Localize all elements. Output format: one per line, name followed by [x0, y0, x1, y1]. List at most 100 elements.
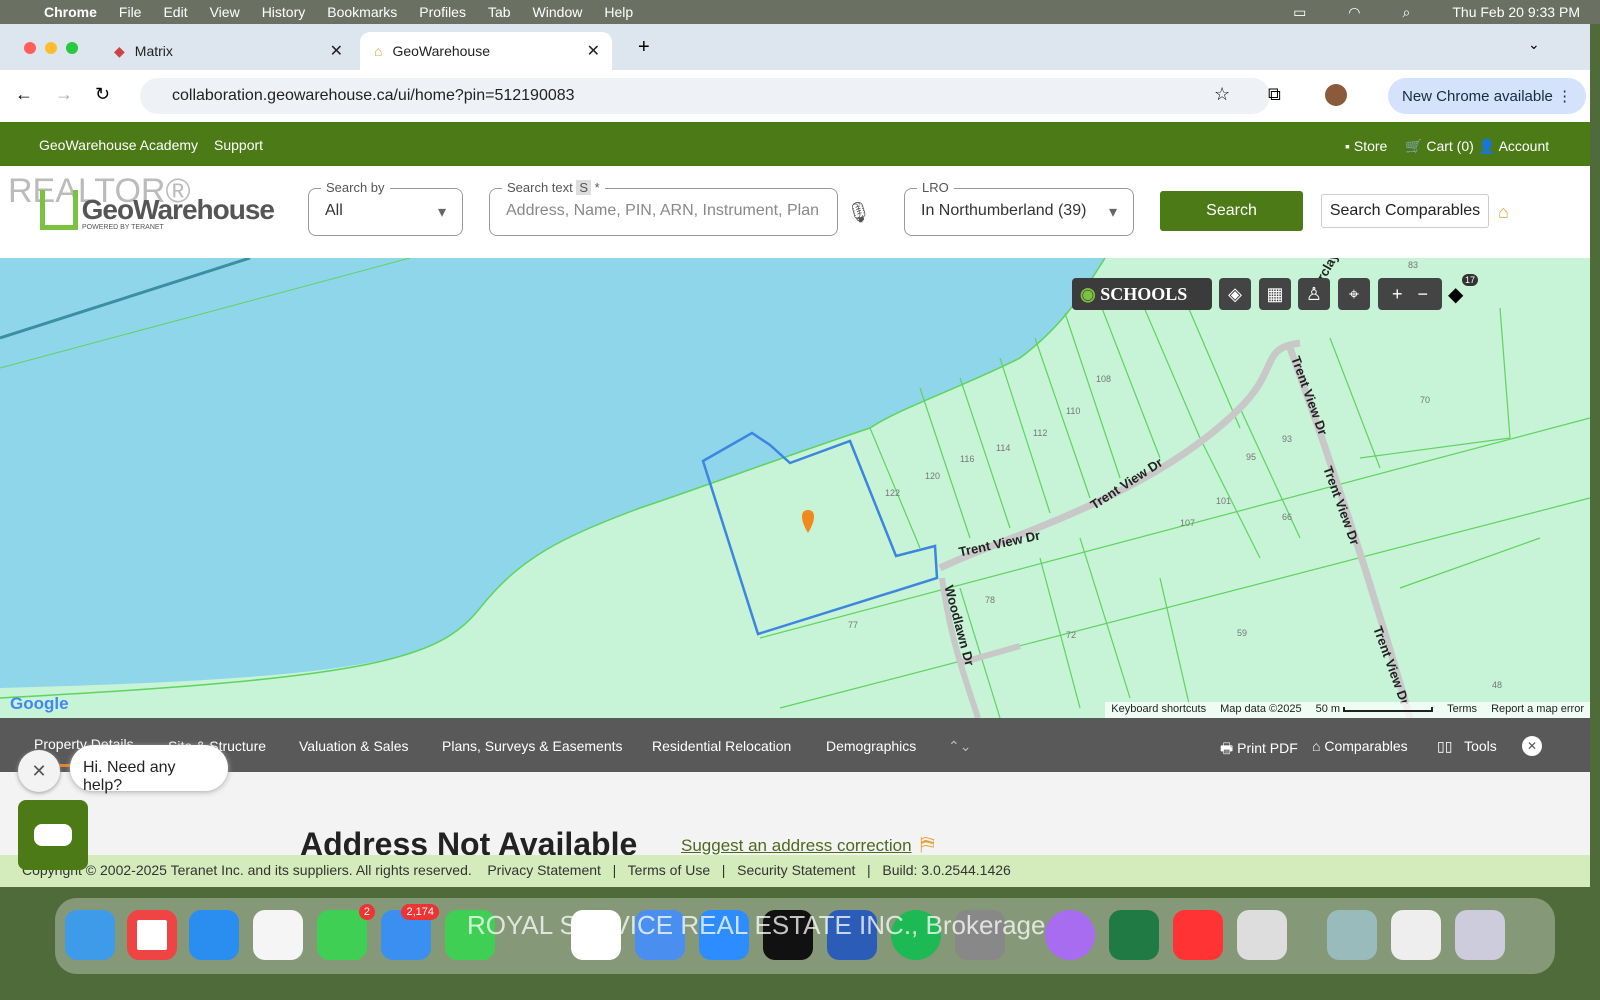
privacy-link[interactable]: Privacy Statement: [487, 862, 601, 878]
menu-chrome[interactable]: Chrome: [44, 4, 97, 20]
bookmark-star-icon[interactable]: ☆: [1214, 84, 1230, 105]
back-icon[interactable]: ←: [15, 84, 33, 105]
keyboard-shortcuts-link[interactable]: Keyboard shortcuts: [1111, 703, 1206, 717]
nav-cart-link[interactable]: 🛒 Cart (0): [1405, 138, 1474, 155]
documents-stack-icon[interactable]: [1391, 910, 1441, 960]
microphone-off-icon[interactable]: 🎙: [846, 200, 871, 225]
comparables-house-icon[interactable]: ⌂: [1498, 202, 1509, 223]
search-comparables-button[interactable]: Search Comparables: [1321, 194, 1489, 228]
search-icon[interactable]: ⌕: [1403, 4, 1411, 21]
nav-support-link[interactable]: Support: [214, 137, 263, 153]
tab-plans-surveys[interactable]: Plans, Surveys & Easements: [442, 738, 623, 754]
nav-academy-link[interactable]: GeoWarehouse Academy: [39, 137, 198, 153]
top-nav: GeoWarehouse Academy Support ▪ Store 🛒 C…: [0, 122, 1590, 166]
lro-select[interactable]: LRO In Northumberland (39) ▾: [904, 180, 1134, 236]
news-icon[interactable]: [1173, 910, 1223, 960]
menu-help[interactable]: Help: [604, 4, 633, 20]
new-tab-button[interactable]: +: [638, 36, 650, 59]
scale-bar[interactable]: 50 m: [1316, 703, 1434, 717]
locate-icon[interactable]: ⌖: [1338, 278, 1370, 310]
tab-residential-relocation[interactable]: Residential Relocation: [652, 738, 791, 754]
photos-icon[interactable]: [253, 910, 303, 960]
search-by-select[interactable]: Search by All ▾: [308, 180, 463, 236]
report-map-error-link[interactable]: Report a map error: [1491, 703, 1584, 717]
tab-demographics[interactable]: Demographics: [826, 738, 916, 754]
overlay-stack-icon[interactable]: ◆ 17: [1448, 274, 1479, 307]
nav-account-link[interactable]: 👤 Account: [1478, 138, 1549, 155]
close-tab-icon[interactable]: ✕: [330, 41, 343, 61]
chat-greeting[interactable]: Hi. Need any help?: [70, 745, 228, 794]
schools-button[interactable]: ◉ SCHOOLS: [1072, 278, 1212, 310]
excel-icon[interactable]: [1109, 910, 1159, 960]
schools-label: SCHOOLS: [1100, 284, 1188, 304]
expand-collapse-icon[interactable]: ⌃⌄: [948, 738, 971, 755]
chat-launcher-button[interactable]: [18, 800, 88, 870]
battery-icon[interactable]: ▭: [1293, 4, 1306, 21]
close-window-button[interactable]: [24, 42, 36, 54]
street-view-icon[interactable]: ♙: [1298, 278, 1330, 310]
label-text: Search text: [507, 180, 573, 195]
close-tab-icon[interactable]: ✕: [587, 41, 600, 61]
map-type-icon[interactable]: ▦: [1259, 278, 1291, 310]
profile-avatar[interactable]: [1325, 84, 1347, 106]
tab-search-button[interactable]: ⌄: [1528, 36, 1540, 53]
downloads-stack-icon[interactable]: [1327, 910, 1377, 960]
search-by-value: All: [325, 202, 343, 219]
comparables-button[interactable]: ⌂ Comparables: [1312, 738, 1408, 754]
search-text-input[interactable]: Search text S * Address, Name, PIN, ARN, …: [489, 180, 838, 236]
wifi-icon[interactable]: ◠: [1348, 4, 1360, 21]
maximize-window-button[interactable]: [66, 42, 78, 54]
reload-icon[interactable]: ↻: [95, 84, 110, 105]
tab-valuation-sales[interactable]: Valuation & Sales: [299, 738, 408, 754]
terms-of-use-link[interactable]: Terms of Use: [628, 862, 710, 878]
menu-profiles[interactable]: Profiles: [419, 4, 466, 20]
shortcut-badge: S: [576, 180, 592, 195]
menu-edit[interactable]: Edit: [163, 4, 187, 20]
chrome-icon[interactable]: [127, 910, 177, 960]
extensions-icon[interactable]: ⧉: [1268, 84, 1281, 105]
nav-store-link[interactable]: ▪ Store: [1345, 138, 1387, 154]
menu-file[interactable]: File: [119, 4, 142, 20]
trash-icon[interactable]: [1455, 910, 1505, 960]
menu-bookmarks[interactable]: Bookmarks: [327, 4, 397, 20]
safari-icon[interactable]: [189, 910, 239, 960]
menu-history[interactable]: History: [262, 4, 306, 20]
print-pdf-button[interactable]: 🖶 Print PDF: [1220, 738, 1298, 762]
account-label: Account: [1498, 138, 1550, 154]
dropdown-arrow-icon: ▾: [437, 204, 446, 221]
search-by-label: Search by: [321, 180, 390, 195]
close-chat-bubble-icon[interactable]: ✕: [18, 750, 60, 792]
printer-icon[interactable]: [1237, 910, 1287, 960]
close-panel-icon[interactable]: ✕: [1522, 736, 1542, 756]
dropdown-arrow-icon: ▾: [1108, 204, 1117, 221]
security-link[interactable]: Security Statement: [737, 862, 855, 878]
zoom-out-icon[interactable]: −: [1418, 284, 1429, 305]
tab-label: Matrix: [134, 43, 173, 59]
finder-icon[interactable]: [65, 910, 115, 960]
trent-view-dr-road: [938, 339, 1414, 718]
minimize-window-button[interactable]: [45, 42, 57, 54]
mail-icon[interactable]: 2,174: [381, 904, 439, 960]
comparables-label: Comparables: [1324, 738, 1408, 754]
layers-icon[interactable]: ◈: [1219, 278, 1251, 310]
map[interactable]: Trent View Dr Trent View Dr Trent View D…: [0, 258, 1590, 718]
forward-icon[interactable]: →: [55, 84, 73, 105]
menu-tab[interactable]: Tab: [488, 4, 511, 20]
terms-link[interactable]: Terms: [1447, 703, 1477, 717]
tools-button[interactable]: ▯▯ Tools: [1437, 738, 1497, 755]
new-chrome-available-button[interactable]: New Chrome available ⋮: [1388, 78, 1587, 114]
zoom-in-icon[interactable]: +: [1392, 284, 1403, 305]
geowarehouse-logo[interactable]: GeoWarehouse POWERED BY TERANET: [40, 190, 275, 231]
menu-view[interactable]: View: [210, 4, 240, 20]
search-button[interactable]: Search: [1160, 191, 1303, 231]
zoom-controls[interactable]: + −: [1378, 278, 1442, 310]
messenger-icon[interactable]: [1045, 910, 1095, 960]
clock[interactable]: Thu Feb 20 9:33 PM: [1452, 4, 1580, 21]
menu-window[interactable]: Window: [533, 4, 583, 20]
suggest-address-link[interactable]: Suggest an address correction: [681, 836, 912, 856]
tab-geowarehouse[interactable]: ⌂ GeoWarehouse ✕: [360, 32, 612, 70]
map-pin-icon[interactable]: ⛿: [920, 834, 935, 857]
tab-matrix[interactable]: ◆ Matrix ✕: [100, 32, 355, 70]
messages-icon[interactable]: 2: [317, 904, 375, 960]
url-bar[interactable]: collaboration.geowarehouse.ca/ui/home?pi…: [140, 78, 1270, 114]
